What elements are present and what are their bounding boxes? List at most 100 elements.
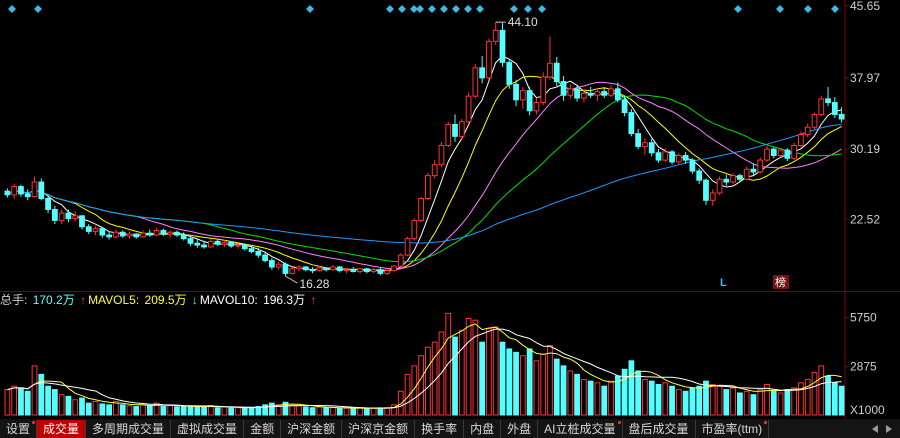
volume-bar[interactable] — [418, 355, 424, 416]
volume-bar[interactable] — [519, 355, 526, 416]
candle[interactable] — [513, 79, 519, 107]
candle[interactable] — [45, 196, 51, 214]
candle[interactable] — [770, 147, 777, 159]
candle[interactable] — [506, 59, 513, 89]
volume-bar[interactable] — [689, 387, 696, 416]
volume-bar[interactable] — [384, 407, 391, 416]
candle[interactable] — [709, 189, 716, 206]
candle[interactable] — [269, 257, 275, 270]
candle[interactable] — [533, 97, 540, 115]
volume-bar[interactable] — [581, 378, 587, 416]
candle[interactable] — [282, 262, 289, 277]
candle[interactable] — [85, 224, 92, 235]
volume-bar[interactable] — [140, 404, 146, 416]
volume-bar[interactable] — [92, 400, 99, 416]
volume-bar[interactable] — [343, 407, 350, 416]
volume-bar[interactable] — [11, 385, 18, 416]
candle[interactable] — [92, 225, 99, 236]
volume-bar[interactable] — [750, 394, 757, 416]
volume-bar[interactable] — [45, 385, 51, 416]
candle[interactable] — [526, 87, 533, 116]
candle[interactable] — [106, 231, 112, 240]
candle[interactable] — [323, 266, 330, 272]
candle[interactable] — [404, 236, 411, 257]
volume-bar[interactable] — [241, 407, 248, 416]
volume-bar[interactable] — [594, 382, 601, 416]
candle[interactable] — [336, 266, 343, 273]
volume-bar[interactable] — [99, 403, 106, 416]
tab-5[interactable]: 沪深金额 — [281, 420, 343, 438]
tab-3[interactable]: 虚拟成交量 — [171, 420, 245, 438]
candle[interactable] — [119, 230, 126, 238]
volume-bar[interactable] — [798, 382, 804, 416]
candle[interactable] — [642, 138, 648, 155]
candle[interactable] — [377, 267, 384, 276]
tab-4[interactable]: 金额 — [244, 420, 282, 438]
candle[interactable] — [58, 209, 65, 225]
candle[interactable] — [363, 267, 370, 274]
l-marker[interactable]: L — [720, 277, 727, 289]
candle[interactable] — [587, 87, 594, 98]
volume-bar[interactable] — [513, 351, 519, 416]
candle[interactable] — [804, 123, 811, 138]
candle[interactable] — [31, 176, 38, 198]
candle[interactable] — [831, 97, 838, 119]
candle[interactable] — [777, 148, 784, 158]
volume-bar[interactable] — [363, 408, 370, 416]
volume-bar[interactable] — [309, 407, 316, 416]
candle[interactable] — [608, 85, 614, 98]
candle[interactable] — [560, 76, 567, 101]
volume-bar[interactable] — [628, 360, 635, 416]
candle[interactable] — [655, 149, 662, 163]
volume-bar[interactable] — [526, 348, 533, 416]
volume-bar[interactable] — [709, 384, 716, 416]
candle[interactable] — [397, 253, 404, 267]
candle[interactable] — [167, 230, 174, 238]
volume-bar[interactable] — [716, 385, 723, 416]
candle[interactable] — [648, 139, 655, 157]
volume-bar[interactable] — [547, 345, 553, 416]
volume-bar[interactable] — [377, 407, 384, 416]
candle[interactable] — [418, 196, 424, 223]
volume-bar[interactable] — [24, 390, 31, 416]
volume-bar[interactable] — [818, 365, 825, 416]
candle[interactable] — [784, 148, 791, 162]
tab-9[interactable]: 外盘 — [501, 420, 539, 438]
candle[interactable] — [309, 266, 316, 274]
candle[interactable] — [540, 72, 547, 106]
candle[interactable] — [465, 92, 472, 124]
candle[interactable] — [65, 209, 72, 223]
candle[interactable] — [486, 38, 492, 80]
candle[interactable] — [411, 218, 418, 241]
candle[interactable] — [228, 241, 235, 248]
tab-6[interactable]: 沪深京金额 — [342, 420, 416, 438]
candle[interactable] — [730, 172, 736, 184]
volume-bar[interactable] — [743, 390, 750, 416]
volume-bar[interactable] — [540, 353, 547, 416]
candle[interactable] — [696, 168, 703, 184]
volume-bar[interactable] — [655, 384, 662, 416]
volume-bar[interactable] — [757, 389, 764, 416]
candle[interactable] — [153, 227, 160, 236]
candle[interactable] — [472, 64, 479, 98]
volume-bar[interactable] — [18, 387, 24, 416]
volume-bar[interactable] — [465, 317, 472, 416]
volume-bar[interactable] — [180, 406, 187, 416]
volume-bar[interactable] — [316, 406, 323, 416]
candle[interactable] — [140, 230, 146, 238]
volume-bar[interactable] — [642, 378, 648, 416]
candle[interactable] — [438, 141, 445, 168]
volume-bar[interactable] — [452, 336, 458, 416]
candle[interactable] — [519, 87, 526, 109]
scroll-left-icon[interactable] — [872, 425, 878, 433]
volume-bar[interactable] — [160, 406, 167, 416]
candle[interactable] — [99, 227, 106, 238]
volume-bar[interactable] — [65, 395, 72, 416]
candle[interactable] — [750, 163, 757, 175]
candle[interactable] — [716, 176, 723, 195]
volume-bar[interactable] — [330, 407, 336, 416]
candle[interactable] — [289, 266, 296, 275]
volume-bar[interactable] — [194, 406, 201, 416]
candle[interactable] — [174, 230, 180, 237]
tab-1[interactable]: 成交量 — [37, 420, 87, 438]
